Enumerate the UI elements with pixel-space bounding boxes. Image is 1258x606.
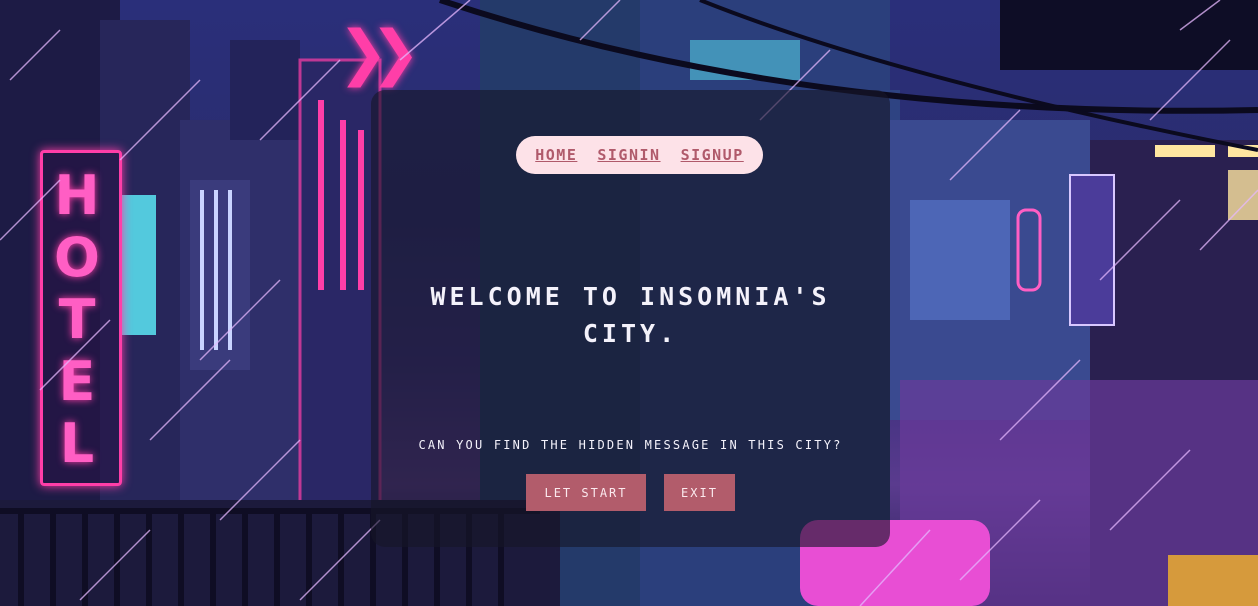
top-nav: HOME SIGNIN SIGNUP bbox=[516, 136, 763, 174]
tagline: CAN YOU FIND THE HIDDEN MESSAGE IN THIS … bbox=[418, 438, 843, 452]
nav-link-signup[interactable]: SIGNUP bbox=[681, 146, 744, 164]
nav-link-home[interactable]: HOME bbox=[535, 146, 577, 164]
nav-link-signin[interactable]: SIGNIN bbox=[597, 146, 660, 164]
let-start-button[interactable]: LET START bbox=[526, 474, 646, 511]
exit-button[interactable]: EXIT bbox=[664, 474, 735, 511]
page-title: WELCOME TO INSOMNIA'S CITY. bbox=[371, 278, 890, 352]
title-line-2: CITY. bbox=[582, 319, 679, 348]
title-line-1: WELCOME TO INSOMNIA'S bbox=[430, 282, 831, 311]
